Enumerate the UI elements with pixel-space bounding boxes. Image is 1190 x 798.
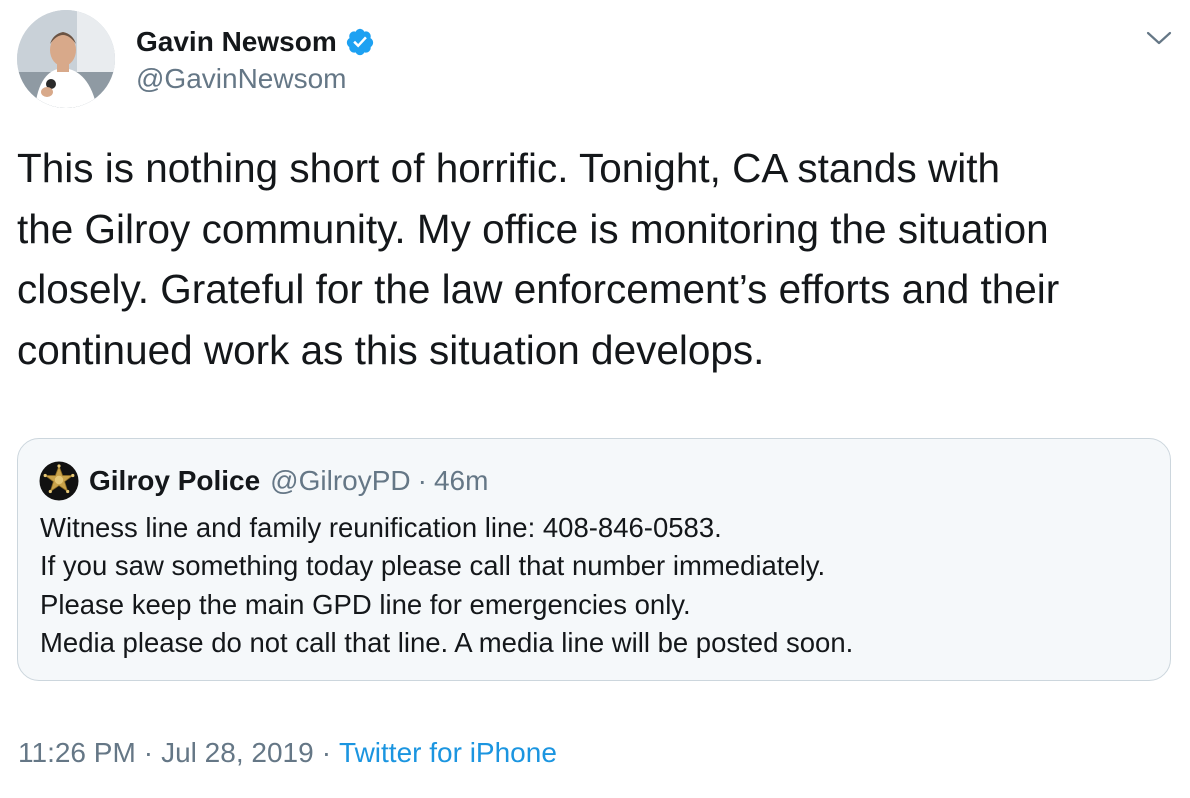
author-handle[interactable]: @GavinNewsom xyxy=(136,62,346,96)
tweet-metadata: 11:26 PM · Jul 28, 2019 · Twitter for iP… xyxy=(18,734,557,772)
quoted-text-line: Please keep the main GPD line for emerge… xyxy=(40,588,691,620)
quoted-text-line: If you saw something today please call t… xyxy=(40,550,826,582)
tweet-text-line: This is nothing short of horrific. Tonig… xyxy=(17,145,1000,191)
quoted-author-handle: @GilroyPD xyxy=(270,465,411,496)
quoted-text-line: Media please do not call that line. A me… xyxy=(40,627,854,659)
author-name-row[interactable]: Gavin Newsom xyxy=(136,24,375,60)
meta-separator: · xyxy=(321,737,332,768)
tweet-date[interactable]: Jul 28, 2019 xyxy=(161,737,314,769)
quoted-tweet[interactable]: Gilroy Police @GilroyPD · 46m Witness li… xyxy=(17,438,1171,681)
verified-check-icon xyxy=(346,28,373,56)
meta-separator: · xyxy=(143,737,154,768)
quoted-text-line: Witness line and family reunification li… xyxy=(40,512,722,543)
quoted-tweet-header: Gilroy Police @GilroyPD · 46m xyxy=(39,461,488,501)
quoted-separator: · xyxy=(417,465,427,496)
tweet-text-line: continued work as this situation develop… xyxy=(17,326,765,373)
quoted-author-name: Gilroy Police xyxy=(89,465,261,496)
tweet-text: This is nothing short of horrific. Tonig… xyxy=(17,138,1177,380)
tweet-text-line: the Gilroy community. My office is monit… xyxy=(17,205,1049,252)
police-star-badge-icon xyxy=(39,461,79,501)
author-name[interactable]: Gavin Newsom xyxy=(136,24,337,60)
tweet-source-link[interactable]: Twitter for iPhone xyxy=(339,737,557,769)
quoted-timestamp: 46m xyxy=(433,465,489,496)
tweet-text-line: closely. Grateful for the law enforcemen… xyxy=(17,266,1060,312)
quoted-tweet-text: Witness line and family reunification li… xyxy=(40,509,853,663)
tweet-time[interactable]: 11:26 PM xyxy=(18,737,136,769)
chevron-down-icon[interactable] xyxy=(1146,28,1172,48)
author-avatar[interactable] xyxy=(17,10,115,108)
